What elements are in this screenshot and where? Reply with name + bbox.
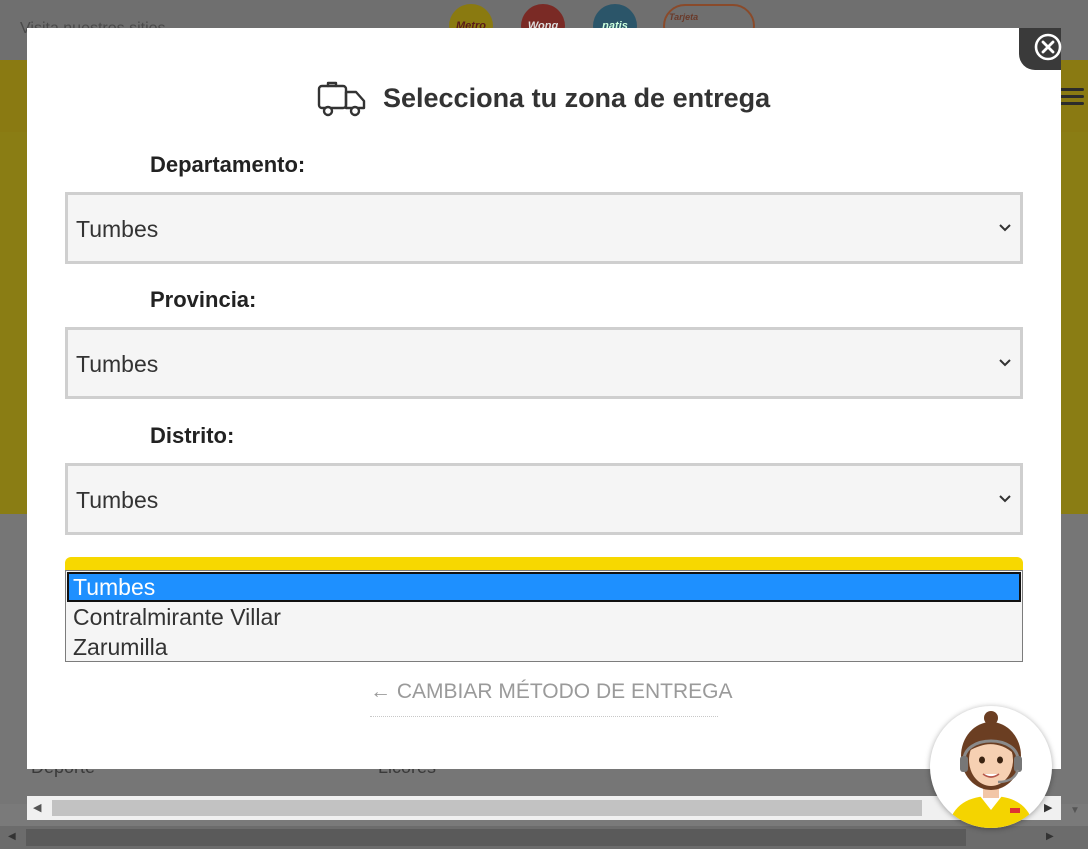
departamento-select[interactable]: Tumbes	[65, 192, 1023, 264]
chat-assistant-avatar[interactable]	[930, 706, 1052, 828]
distrito-label: Distrito:	[150, 423, 235, 448]
chevron-down-icon	[999, 224, 1011, 232]
departamento-label: Departamento:	[150, 152, 306, 177]
scroll-right-icon[interactable]: ▶	[1046, 831, 1054, 842]
scroll-right-arrow-icon[interactable]: ▶	[1044, 801, 1052, 814]
scroll-down-arrow-icon[interactable]: ▼	[1070, 805, 1080, 816]
modal-title: Selecciona tu zona de entrega	[383, 83, 771, 113]
provincia-label: Provincia:	[150, 287, 257, 312]
distrito-option-zarumilla[interactable]: Zarumilla	[67, 632, 1021, 662]
provincia-value: Tumbes	[76, 351, 159, 377]
menu-icon[interactable]	[1058, 84, 1084, 110]
delivery-zone-modal: Selecciona tu zona de entrega Departamen…	[27, 28, 1061, 769]
distrito-option-tumbes[interactable]: Tumbes	[67, 572, 1021, 602]
page-scrollbar-thumb[interactable]	[26, 829, 966, 846]
distrito-value: Tumbes	[76, 487, 159, 513]
truck-icon	[317, 81, 366, 117]
scroll-left-icon[interactable]: ◀	[8, 831, 16, 842]
chevron-down-icon	[999, 495, 1011, 503]
distrito-option-contralmirante-villar[interactable]: Contralmirante Villar	[67, 602, 1021, 632]
close-icon[interactable]	[1033, 32, 1063, 62]
change-delivery-method-link[interactable]: ← CAMBIAR MÉTODO DE ENTREGA	[370, 680, 733, 717]
horizontal-scrollbar-thumb[interactable]	[52, 800, 922, 816]
provincia-select[interactable]: Tumbes	[65, 327, 1023, 399]
distrito-select[interactable]: Tumbes	[65, 463, 1023, 535]
departamento-value: Tumbes	[76, 216, 159, 242]
assistant-avatar-icon	[948, 711, 1034, 828]
distrito-dropdown-list[interactable]: Tumbes Contralmirante Villar Zarumilla	[65, 570, 1023, 662]
chevron-down-icon	[999, 359, 1011, 367]
scroll-left-arrow-icon[interactable]: ◀	[33, 801, 41, 814]
